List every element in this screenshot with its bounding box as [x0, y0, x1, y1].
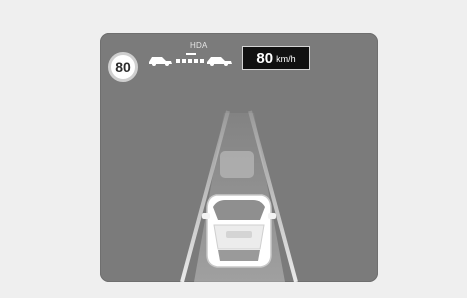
instrument-cluster-screen: 80 HDA 80 km/h — [100, 33, 378, 282]
driving-assist-bar: 80 HDA 80 km/h — [100, 33, 378, 97]
lane-graphic — [180, 110, 298, 282]
set-speed-value: 80 — [256, 49, 274, 67]
lead-vehicle-icon — [149, 57, 172, 66]
own-vehicle-icon — [202, 194, 276, 268]
set-speed-display: 80 km/h — [242, 46, 310, 70]
distance-bars-icon — [176, 53, 204, 63]
speed-limit-value: 80 — [115, 59, 131, 75]
own-vehicle-icon — [207, 57, 232, 66]
speed-limit-sign: 80 — [108, 52, 138, 82]
road-view — [100, 105, 378, 282]
hda-label: HDA — [190, 41, 208, 50]
set-speed-unit: km/h — [276, 54, 296, 64]
lead-vehicle-marker — [220, 151, 254, 178]
hda-indicator — [149, 53, 232, 66]
